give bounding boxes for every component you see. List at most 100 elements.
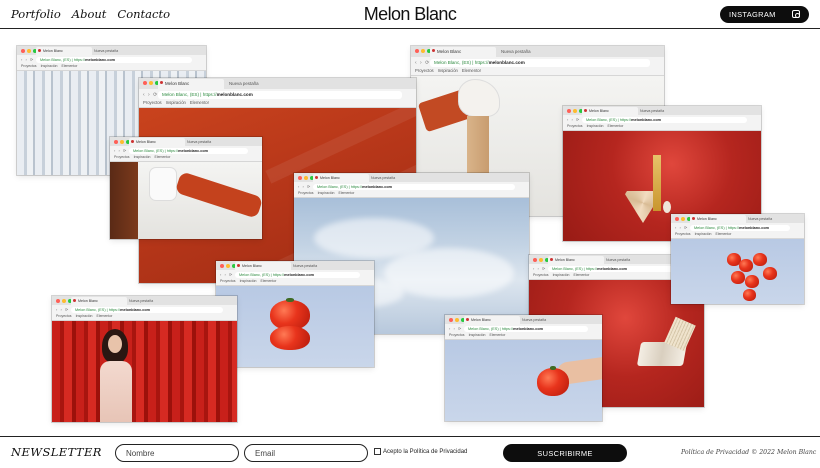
browser-new-tab: Nueva pestaña [748, 217, 773, 221]
browser-nav-icon: ‹ › ⟳ [143, 91, 159, 98]
browser-new-tab: Nueva pestaña [501, 49, 531, 54]
browser-tab: Melon Blanc [36, 47, 92, 55]
window-controls-icon [143, 80, 159, 85]
browser-chrome: Melon Blanc Nueva pestaña ‹ › ⟳ Melon Bl… [216, 261, 374, 286]
privacy-checkbox[interactable]: Acepto la Política de Privacidad [374, 448, 467, 455]
address-bar: Melon Blanc, (ES) | https://melonblanc.c… [71, 306, 223, 313]
address-bar: Melon Blanc, (ES) | https://melonblanc.c… [690, 224, 790, 231]
window-controls-icon [533, 257, 549, 262]
browser-tab: Melon Blanc [430, 47, 496, 57]
address-bar: Melon Blanc, (ES) | https://melonblanc.c… [235, 271, 360, 278]
bookmarks-bar: Proyectos Inspiración Elementor [56, 314, 113, 318]
address-bar: Melon Blanc, (ES) | https://melonblanc.c… [464, 325, 588, 332]
brand-logo[interactable]: Melon Blanc [0, 4, 820, 25]
email-input[interactable] [244, 444, 368, 462]
bookmarks-bar: Proyectos Inspiración Elementor [143, 100, 209, 105]
browser-new-tab: Nueva pestaña [94, 49, 119, 53]
bookmarks-bar: Proyectos Inspiración Elementor [21, 64, 78, 68]
browser-nav-icon: ‹ › ⟳ [449, 326, 463, 331]
browser-nav-icon: ‹ › ⟳ [21, 57, 35, 62]
portfolio-window-hand[interactable]: Melon Blanc Nueva pestaña ‹ › ⟳ Melon Bl… [110, 137, 262, 239]
checkbox-icon[interactable] [374, 448, 381, 455]
address-bar: Melon Blanc, (ES) | https://melonblanc.c… [313, 183, 515, 190]
browser-new-tab: Nueva pestaña [522, 318, 547, 322]
photo-tomato [216, 286, 374, 367]
browser-tab: Melon Blanc [548, 256, 604, 264]
newsletter-title: NEWSLETTER [11, 445, 102, 459]
browser-new-tab: Nueva pestaña [229, 81, 259, 86]
browser-tab: Melon Blanc [71, 297, 127, 305]
browser-nav-icon: ‹ › ⟳ [415, 59, 431, 66]
portfolio-window-hand-tomato[interactable]: Melon Blanc Nueva pestaña ‹ › ⟳ Melon Bl… [445, 315, 602, 421]
bookmarks-bar: Proyectos Inspiración Elementor [675, 232, 732, 236]
browser-nav-icon: ‹ › ⟳ [298, 184, 312, 189]
legal-text[interactable]: Política de Privacidad © 2022 Melon Blan… [681, 449, 816, 456]
browser-nav-icon: ‹ › ⟳ [567, 117, 581, 122]
address-bar: Melon Blanc, (ES) | https://melonblanc.c… [582, 116, 747, 123]
browser-tab: Melon Blanc [690, 215, 746, 223]
address-bar: Melon Blanc, (ES) | https://melonblanc.c… [158, 91, 402, 99]
bookmarks-bar: Proyectos Inspiración Elementor [415, 68, 481, 73]
window-controls-icon [415, 48, 431, 53]
browser-tab: Melon Blanc [313, 174, 369, 182]
browser-nav-icon: ‹ › ⟳ [220, 272, 234, 277]
instagram-label: INSTAGRAM [729, 10, 776, 19]
browser-tab: Melon Blanc [464, 316, 520, 324]
browser-new-tab: Nueva pestaña [187, 140, 212, 144]
browser-chrome: Melon Blanc Nueva pestaña ‹ › ⟳ Melon Bl… [671, 214, 804, 239]
browser-tab: Melon Blanc [158, 79, 224, 89]
browser-chrome: Melon Blanc Nueva pestaña ‹ › ⟳ Melon Bl… [411, 46, 664, 76]
address-bar: Melon Blanc, (ES) | https://melonblanc.c… [36, 56, 192, 63]
photo-hand-tomato [445, 340, 602, 421]
browser-new-tab: Nueva pestaña [606, 258, 631, 262]
browser-new-tab: Nueva pestaña [640, 109, 665, 113]
window-controls-icon [675, 216, 691, 221]
browser-nav-icon: ‹ › ⟳ [675, 225, 689, 230]
window-controls-icon [298, 175, 314, 180]
window-controls-icon [449, 317, 465, 322]
browser-nav-icon: ‹ › ⟳ [114, 148, 128, 153]
window-controls-icon [114, 139, 130, 144]
portfolio-window-tomato[interactable]: Melon Blanc Nueva pestaña ‹ › ⟳ Melon Bl… [216, 261, 374, 367]
subscribe-button[interactable]: SUSCRIBIRME [503, 444, 627, 462]
browser-chrome: Melon Blanc Nueva pestaña ‹ › ⟳ Melon Bl… [110, 137, 262, 162]
browser-new-tab: Nueva pestaña [371, 176, 396, 180]
window-controls-icon [567, 108, 583, 113]
browser-chrome: Melon Blanc Nueva pestaña ‹ › ⟳ Melon Bl… [563, 106, 761, 131]
window-controls-icon [56, 298, 72, 303]
browser-new-tab: Nueva pestaña [129, 299, 154, 303]
instagram-button[interactable]: INSTAGRAM [720, 6, 809, 23]
browser-nav-icon: ‹ › ⟳ [56, 307, 70, 312]
site-header: Portfolio About Contacto Melon Blanc INS… [0, 0, 820, 29]
address-bar: Melon Blanc, (ES) | https://melonblanc.c… [129, 147, 248, 154]
portfolio-window-tomato-vine[interactable]: Melon Blanc Nueva pestaña ‹ › ⟳ Melon Bl… [671, 214, 804, 304]
photo-portrait-red-curtain [52, 321, 237, 422]
bookmarks-bar: Proyectos Inspiración Elementor [533, 273, 590, 277]
privacy-checkbox-label: Acepto la Política de Privacidad [383, 448, 468, 455]
instagram-icon [792, 10, 800, 18]
portfolio-window-portrait[interactable]: Melon Blanc Nueva pestaña ‹ › ⟳ Melon Bl… [52, 296, 237, 422]
bookmarks-bar: Proyectos Inspiración Elementor [298, 191, 355, 195]
bookmarks-bar: Proyectos Inspiración Elementor [449, 333, 506, 337]
browser-chrome: Melon Blanc Nueva pestaña ‹ › ⟳ Melon Bl… [294, 173, 529, 198]
window-controls-icon [220, 263, 236, 268]
bookmarks-bar: Proyectos Inspiración Elementor [220, 279, 277, 283]
bookmarks-bar: Proyectos Inspiración Elementor [567, 124, 624, 128]
browser-tab: Melon Blanc [129, 138, 185, 146]
window-controls-icon [21, 48, 37, 53]
name-input[interactable] [115, 444, 239, 462]
browser-tab: Melon Blanc [582, 107, 638, 115]
browser-nav-icon: ‹ › ⟳ [533, 266, 547, 271]
address-bar: Melon Blanc, (ES) | https://melonblanc.c… [548, 265, 690, 272]
browser-chrome: Melon Blanc Nueva pestaña ‹ › ⟳ Melon Bl… [139, 78, 416, 108]
browser-chrome: Melon Blanc Nueva pestaña ‹ › ⟳ Melon Bl… [17, 46, 206, 71]
site-footer: NEWSLETTER Acepto la Política de Privaci… [0, 436, 820, 468]
photo-tomato-vine [671, 239, 804, 304]
address-bar: Melon Blanc, (ES) | https://melonblanc.c… [430, 59, 650, 67]
bookmarks-bar: Proyectos Inspiración Elementor [114, 155, 171, 159]
browser-chrome: Melon Blanc Nueva pestaña ‹ › ⟳ Melon Bl… [52, 296, 237, 321]
browser-chrome: Melon Blanc Nueva pestaña ‹ › ⟳ Melon Bl… [445, 315, 602, 340]
browser-new-tab: Nueva pestaña [293, 264, 318, 268]
photo-hand-object [110, 162, 262, 239]
browser-tab: Melon Blanc [235, 262, 291, 270]
